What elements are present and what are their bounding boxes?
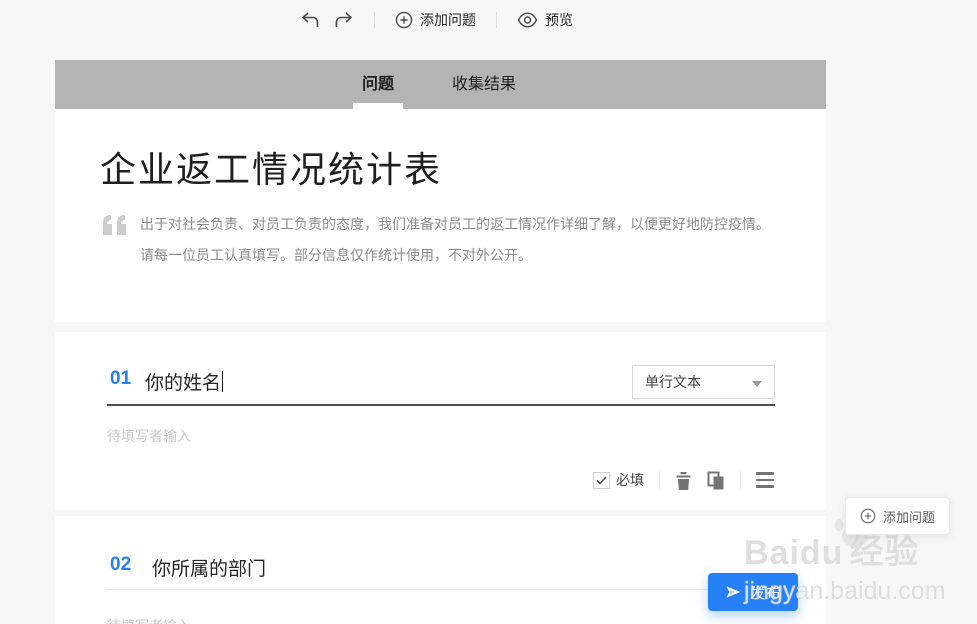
delete-question-icon[interactable]: [675, 471, 692, 490]
form-title[interactable]: 企业返工情况统计表: [100, 141, 442, 193]
question-2-title-input[interactable]: 你所属的部门: [152, 554, 266, 581]
required-checkbox[interactable]: [593, 471, 610, 489]
controls-divider: [659, 471, 660, 489]
question-1-controls: 必填: [593, 470, 774, 490]
quote-icon: [103, 215, 129, 240]
tab-collect-results[interactable]: 收集结果: [452, 60, 516, 109]
question-1-title-text: 你的姓名: [145, 373, 222, 394]
preview-button[interactable]: 预览: [517, 10, 573, 30]
question-1-answer-placeholder[interactable]: 待填写者输入: [107, 426, 191, 446]
question-1-number: 01: [110, 368, 132, 389]
form-description-line2: 请每一位员工认真填写。部分信息仅作统计使用，不对外公开。: [140, 247, 532, 263]
required-toggle[interactable]: 必填: [593, 470, 644, 490]
question-2-answer-placeholder[interactable]: 待填写者输入: [107, 616, 191, 624]
floating-add-question-label: 添加问题: [882, 509, 935, 525]
add-question-label: 添加问题: [420, 12, 476, 28]
question-1-title-input[interactable]: 你的姓名: [145, 368, 224, 395]
redo-icon[interactable]: [334, 11, 354, 29]
floating-add-question-button[interactable]: 添加问题: [845, 497, 950, 535]
question-1-title-underline: [107, 404, 775, 406]
publish-label: 发布: [750, 584, 781, 602]
question-card-1: 01 你的姓名 单行文本 待填写者输入 必填: [55, 332, 826, 510]
controls-divider: [740, 471, 741, 489]
eye-icon: [517, 12, 538, 28]
question-1-type-value: 单行文本: [645, 374, 701, 390]
question-2-number: 02: [110, 554, 132, 575]
toolbar-divider: [374, 12, 375, 28]
form-card: 问题 收集结果 企业返工情况统计表 出于对社会负责、对员工负责的态度，我们准备对…: [55, 60, 826, 624]
form-description[interactable]: 出于对社会负责、对员工负责的态度，我们准备对员工的返工情况作详细了解，以便更好地…: [140, 209, 790, 271]
plus-circle-icon: [860, 508, 876, 524]
required-label: 必填: [616, 472, 644, 488]
question-1-type-select[interactable]: 单行文本: [632, 365, 775, 399]
more-options-icon[interactable]: [756, 472, 774, 488]
text-cursor: [222, 371, 224, 392]
form-head-section: 企业返工情况统计表 出于对社会负责、对员工负责的态度，我们准备对员工的返工情况作…: [55, 109, 826, 322]
send-icon: [725, 584, 743, 600]
duplicate-question-icon[interactable]: [707, 471, 725, 490]
tab-questions[interactable]: 问题: [362, 60, 394, 109]
toolbar-divider: [496, 12, 497, 28]
plus-circle-icon: [395, 11, 413, 29]
undo-icon[interactable]: [300, 11, 320, 29]
add-question-button[interactable]: 添加问题: [395, 10, 476, 30]
form-builder-screen: 添加问题 预览 问题 收集结果 企业返工情况统计表 出于对社会负责、对员工负责的…: [0, 0, 977, 624]
top-toolbar: 添加问题 预览: [300, 5, 573, 35]
publish-button[interactable]: 发布: [708, 573, 798, 611]
form-description-line1: 出于对社会负责、对员工负责的态度，我们准备对员工的返工情况作详细了解，以便更好地…: [140, 216, 770, 232]
preview-label: 预览: [545, 12, 573, 28]
question-2-title-underline: [107, 589, 775, 590]
form-tabs-header: 问题 收集结果: [55, 60, 826, 109]
chevron-down-icon: [752, 374, 762, 390]
